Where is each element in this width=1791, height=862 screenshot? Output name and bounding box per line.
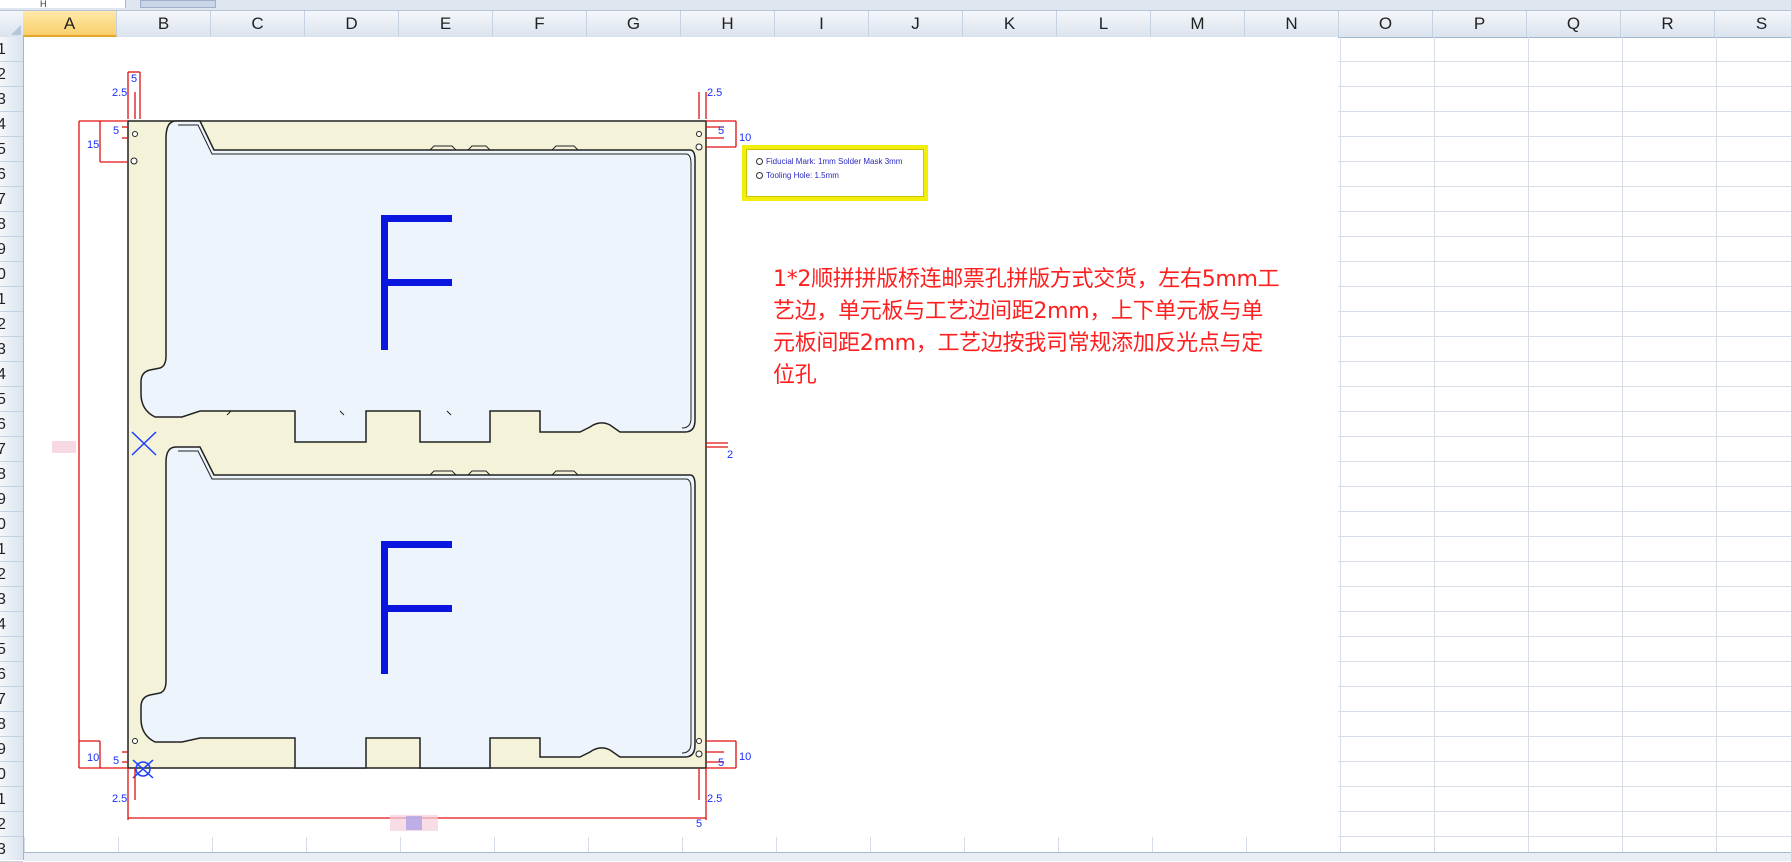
dim-label: 5 <box>113 755 119 767</box>
dim-label: 2.5 <box>707 87 722 99</box>
marker-left <box>52 441 76 453</box>
fiducial-icon <box>756 158 763 166</box>
dim-label: 5 <box>718 757 724 769</box>
panelization-note: 1*2顺拼拼版桥连邮票孔拼版方式交货，左右5mm工艺边，单元板与工艺边间距2mm… <box>773 267 1280 388</box>
dim-label: 2 <box>727 449 733 461</box>
legend-row: Tooling Hole: 1.5mm <box>756 171 839 180</box>
dim-label: 5 <box>718 125 724 137</box>
pcb-panel-drawing[interactable]: 5 2.5 15 5 2.5 5 10 2 10 5 2.5 10 5 2.5 … <box>0 0 1791 860</box>
legend-box: Fiducial Mark: 1mm Solder Mask 3mm Tooli… <box>742 145 928 201</box>
dim-label: 2.5 <box>112 793 127 805</box>
dim-label: 5 <box>131 73 137 85</box>
dim-label: 10 <box>739 751 751 763</box>
dim-label: 5 <box>696 818 702 830</box>
tooling-hole-icon <box>756 172 763 180</box>
legend-row: Fiducial Mark: 1mm Solder Mask 3mm <box>756 157 902 166</box>
dim-label: 15 <box>87 139 99 151</box>
dim-label: 2.5 <box>112 87 127 99</box>
dim-label: 10 <box>87 752 99 764</box>
dim-label: 2.5 <box>707 793 722 805</box>
target-mark-icon <box>132 759 154 779</box>
dim-label: 10 <box>739 132 751 144</box>
dim-label: 5 <box>113 125 119 137</box>
